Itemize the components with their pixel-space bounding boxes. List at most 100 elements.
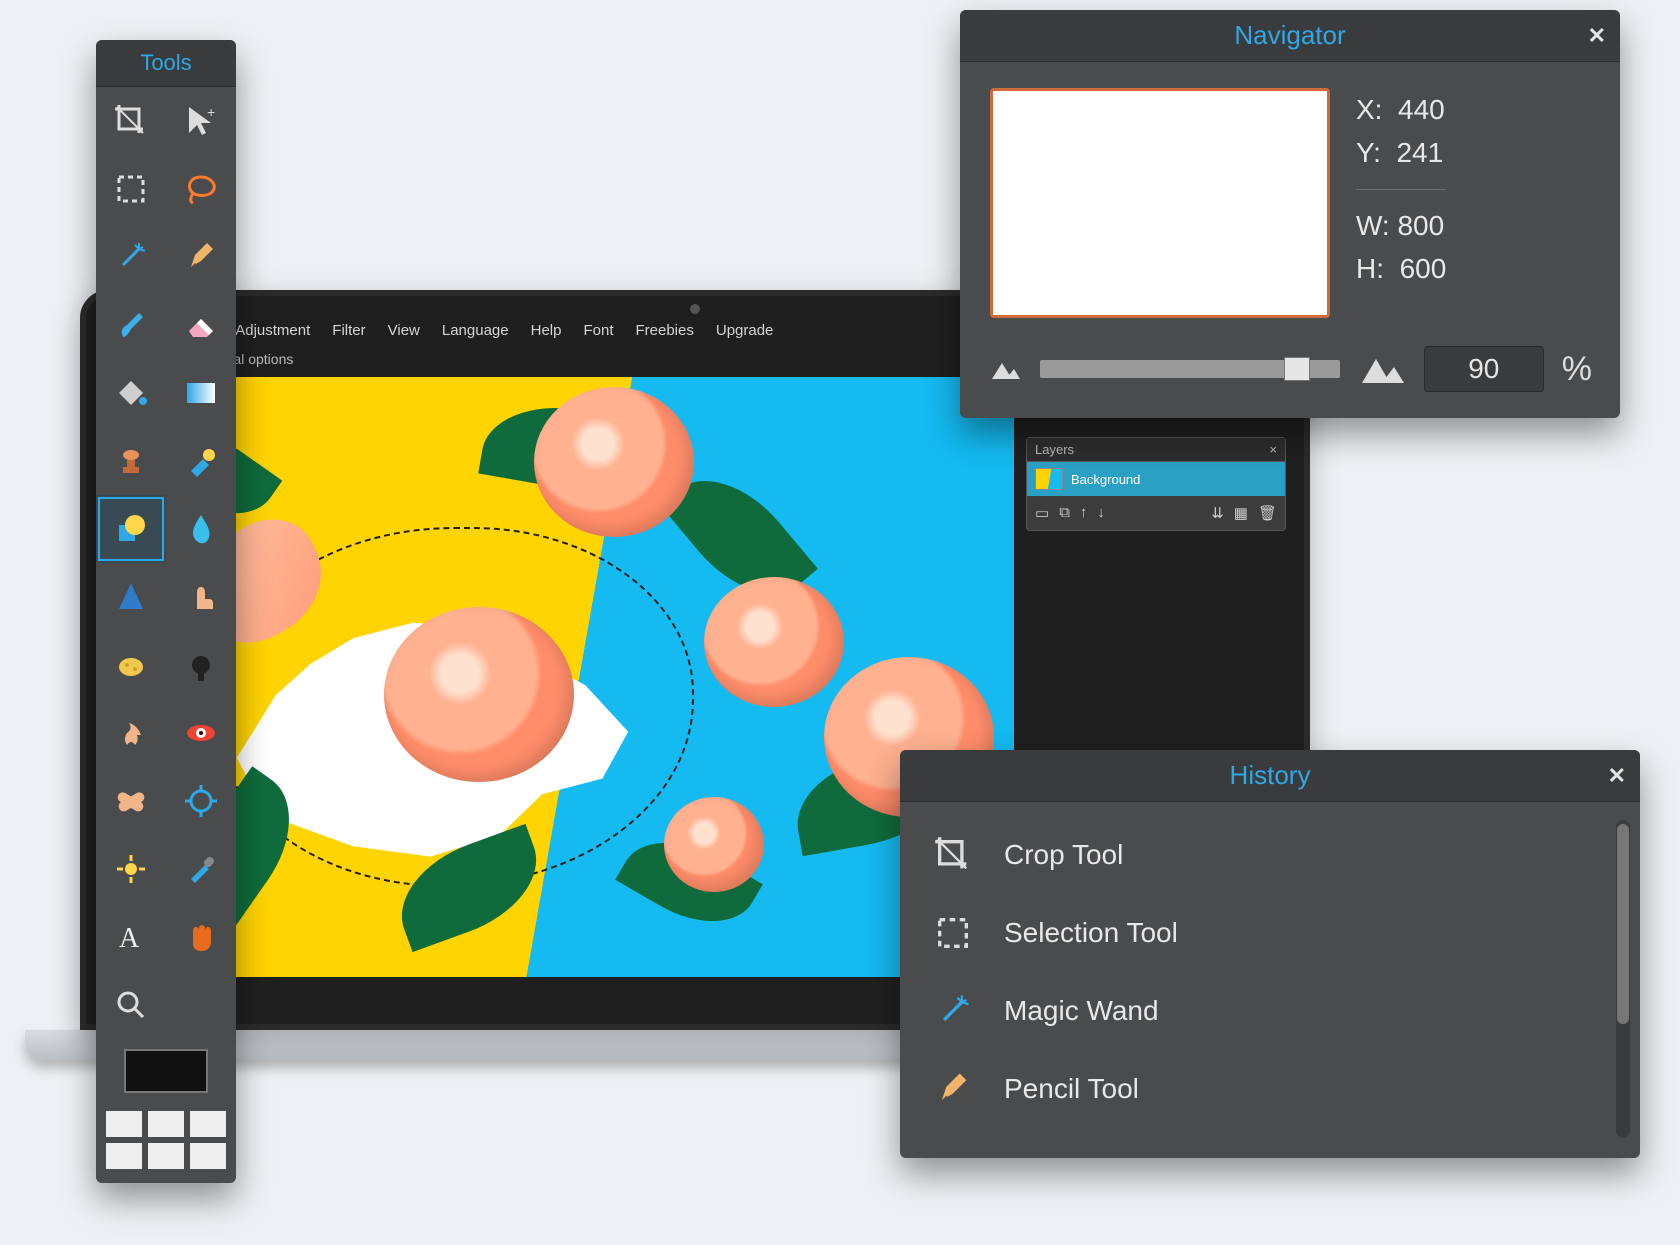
bloat-tool[interactable]: [166, 767, 236, 835]
zoom-out-icon[interactable]: [988, 357, 1022, 381]
move-down-icon[interactable]: ↓: [1097, 504, 1105, 522]
color-swatch[interactable]: [124, 1049, 208, 1093]
smudge-tool[interactable]: [166, 563, 236, 631]
menu-item-view[interactable]: View: [388, 322, 420, 339]
eraser-tool[interactable]: [166, 291, 236, 359]
blur-tool[interactable]: [166, 495, 236, 563]
pencil-tool[interactable]: [166, 223, 236, 291]
color-picker-tool[interactable]: [166, 835, 236, 903]
text-icon: [113, 919, 149, 955]
brush-tool[interactable]: [96, 291, 166, 359]
editor-canvas[interactable]: [104, 377, 1014, 977]
marquee-icon: [930, 910, 976, 956]
history-item-0[interactable]: Crop Tool: [920, 816, 1620, 894]
zoom-tool[interactable]: [96, 971, 166, 1039]
nav-x-label: X:: [1356, 94, 1382, 125]
nav-w-value: 800: [1397, 210, 1444, 241]
drop-icon: [183, 511, 219, 547]
new-layer-icon[interactable]: ▭: [1035, 504, 1049, 522]
zoom-value-input[interactable]: 90: [1424, 346, 1544, 392]
layer-name: Background: [1071, 472, 1140, 487]
bucket-icon: [113, 375, 149, 411]
sponge-icon: [113, 647, 149, 683]
layers-panel-title: Layers: [1035, 442, 1074, 457]
cursor-icon: [183, 103, 219, 139]
menu-item-language[interactable]: Language: [442, 322, 509, 339]
camera-dot: [690, 304, 700, 314]
layer-row[interactable]: Background: [1027, 462, 1285, 496]
crop-icon: [113, 103, 149, 139]
move-tool[interactable]: [166, 87, 236, 155]
history-title: History: [1230, 760, 1311, 791]
menu-item-adjustment[interactable]: Adjustment: [235, 322, 310, 339]
menu-item-help[interactable]: Help: [531, 322, 562, 339]
nav-y-value: 241: [1396, 137, 1443, 168]
magic-wand-tool[interactable]: [96, 223, 166, 291]
history-item-3[interactable]: Pencil Tool: [920, 1050, 1620, 1128]
bloat-icon: [183, 783, 219, 819]
brush-icon: [113, 307, 149, 343]
nav-h-label: H:: [1356, 253, 1384, 284]
tools-panel[interactable]: Tools: [96, 40, 236, 1183]
shape-tool[interactable]: [96, 495, 166, 563]
layers-ops: ▭ ⧉ ↑ ↓ ⇊ ▦ 🗑: [1027, 496, 1285, 530]
delete-layer-icon[interactable]: 🗑: [1258, 504, 1277, 522]
tool-presets[interactable]: [96, 1103, 236, 1183]
history-item-label: Magic Wand: [1004, 995, 1159, 1027]
merge-icon[interactable]: ⇊: [1211, 504, 1224, 522]
paint-bucket-tool[interactable]: [96, 359, 166, 427]
history-item-2[interactable]: Magic Wand: [920, 972, 1620, 1050]
menu-item-freebies[interactable]: Freebies: [636, 322, 694, 339]
zoom-slider-thumb[interactable]: [1284, 357, 1310, 381]
clone-stamp-tool[interactable]: [96, 427, 166, 495]
close-icon[interactable]: ✕: [1608, 763, 1626, 789]
pencil-icon: [930, 1066, 976, 1112]
navigator-panel[interactable]: Navigator ✕ X: 440 Y: 241 W: 800 H: 600 …: [960, 10, 1620, 418]
close-icon[interactable]: ×: [1269, 442, 1277, 457]
history-panel[interactable]: History ✕ Crop Tool Selection Tool Magic W…: [900, 750, 1640, 1158]
color-replace-tool[interactable]: [166, 427, 236, 495]
spot-heal-tool[interactable]: [96, 767, 166, 835]
finger-icon: [183, 579, 219, 615]
flatten-icon[interactable]: ▦: [1234, 504, 1248, 522]
history-item-1[interactable]: Selection Tool: [920, 894, 1620, 972]
navigator-preview[interactable]: [990, 88, 1330, 318]
red-eye-tool[interactable]: [166, 699, 236, 767]
navigator-title: Navigator: [1234, 20, 1345, 51]
close-icon[interactable]: ✕: [1588, 23, 1606, 49]
dodge-tool[interactable]: [166, 631, 236, 699]
menu-item-filter[interactable]: Filter: [332, 322, 365, 339]
lasso-tool[interactable]: [166, 155, 236, 223]
gradient-tool[interactable]: [166, 359, 236, 427]
zoom-in-icon[interactable]: [1358, 353, 1406, 385]
rect-select-tool[interactable]: [96, 155, 166, 223]
burn-icon: [113, 715, 149, 751]
pencil-icon: [183, 239, 219, 275]
history-item-label: Selection Tool: [1004, 917, 1178, 949]
wand-icon: [930, 988, 976, 1034]
hand-tool[interactable]: [166, 903, 236, 971]
duplicate-layer-icon[interactable]: ⧉: [1059, 504, 1070, 522]
sponge-tool[interactable]: [96, 631, 166, 699]
text-tool[interactable]: [96, 903, 166, 971]
sharpen-tool[interactable]: [96, 563, 166, 631]
stamp-icon: [113, 443, 149, 479]
eyedrop-icon: [183, 851, 219, 887]
menu-item-font[interactable]: Font: [583, 322, 613, 339]
hand-icon: [183, 919, 219, 955]
gradient-icon: [183, 375, 219, 411]
menu-item-upgrade[interactable]: Upgrade: [716, 322, 774, 339]
zoom-slider[interactable]: [1040, 360, 1340, 378]
crop-icon: [930, 832, 976, 878]
history-item-label: Pencil Tool: [1004, 1073, 1139, 1105]
history-scrollbar[interactable]: [1616, 820, 1630, 1138]
burn-tool[interactable]: [96, 699, 166, 767]
crop-tool[interactable]: [96, 87, 166, 155]
layers-panel[interactable]: Layers × Background ▭ ⧉ ↑ ↓ ⇊ ▦ 🗑: [1026, 437, 1286, 531]
history-item-label: Crop Tool: [1004, 839, 1123, 871]
lasso-icon: [183, 171, 219, 207]
pinch-tool[interactable]: [96, 835, 166, 903]
scrollbar-thumb[interactable]: [1617, 824, 1629, 1024]
move-up-icon[interactable]: ↑: [1080, 504, 1088, 522]
nav-w-label: W:: [1356, 210, 1390, 241]
